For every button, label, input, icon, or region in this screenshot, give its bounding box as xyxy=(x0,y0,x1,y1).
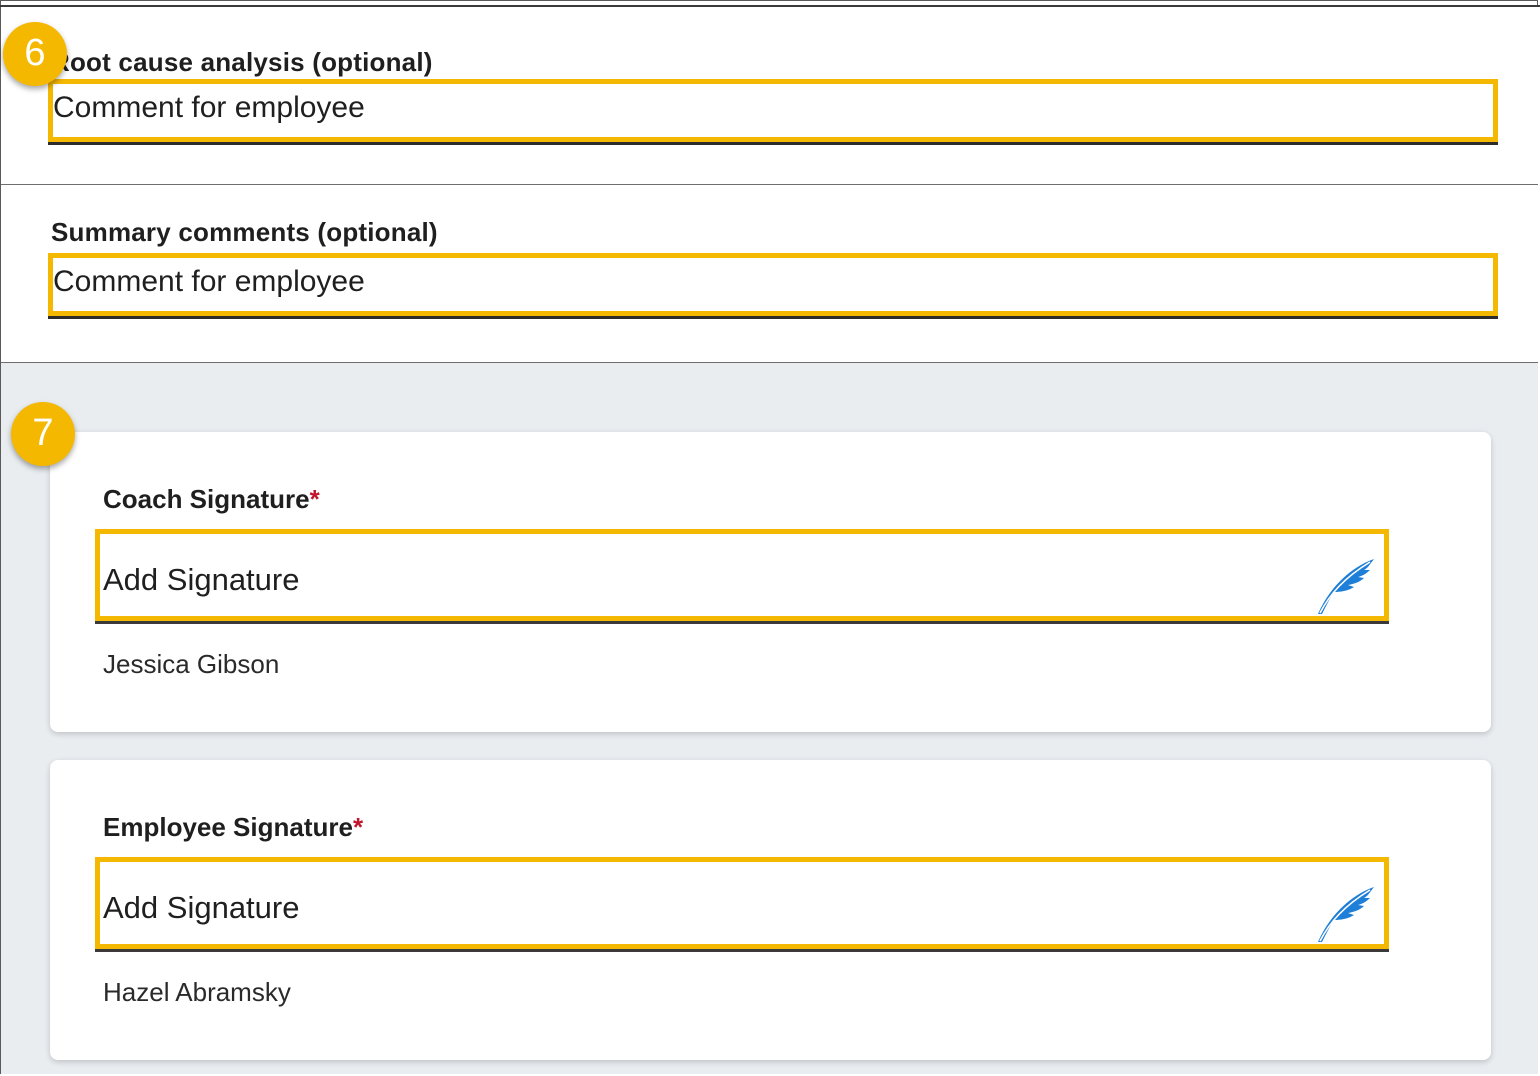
employee-signature-label: Employee Signature* xyxy=(103,812,363,843)
employee-signature-placeholder: Add Signature xyxy=(103,890,300,925)
coach-signature-label-text: Coach Signature xyxy=(103,484,310,514)
employee-signature-label-text: Employee Signature xyxy=(103,812,353,842)
root-cause-input[interactable]: Comment for employee xyxy=(48,79,1498,142)
summary-input[interactable]: Comment for employee xyxy=(48,253,1498,316)
root-cause-label: Root cause analysis (optional) xyxy=(51,47,433,77)
signature-area: Coach Signature* Add Signature Jessica G… xyxy=(1,363,1538,1074)
summary-label: Summary comments (optional) xyxy=(51,217,438,247)
coach-signer-name: Jessica Gibson xyxy=(103,649,280,679)
quill-icon[interactable] xyxy=(1312,556,1376,616)
required-marker: * xyxy=(352,812,364,842)
summary-section: Summary comments (optional) Comment for … xyxy=(1,185,1538,363)
step-7-callout: 7 xyxy=(11,402,75,466)
employee-signer-name: Hazel Abramsky xyxy=(103,977,291,1007)
quill-icon[interactable] xyxy=(1312,884,1376,944)
root-cause-section: Root cause analysis (optional) Comment f… xyxy=(1,7,1538,185)
employee-signature-field[interactable]: Add Signature xyxy=(95,857,1389,949)
coach-signature-placeholder: Add Signature xyxy=(103,562,300,597)
step-6-callout: 6 xyxy=(3,22,67,86)
required-marker: * xyxy=(309,484,320,514)
coach-signature-field[interactable]: Add Signature xyxy=(95,529,1389,621)
coach-signature-label: Coach Signature* xyxy=(103,484,320,515)
coach-signature-card: Coach Signature* Add Signature Jessica G… xyxy=(50,432,1491,732)
employee-signature-card: Employee Signature* Add Signature Hazel … xyxy=(50,760,1491,1060)
